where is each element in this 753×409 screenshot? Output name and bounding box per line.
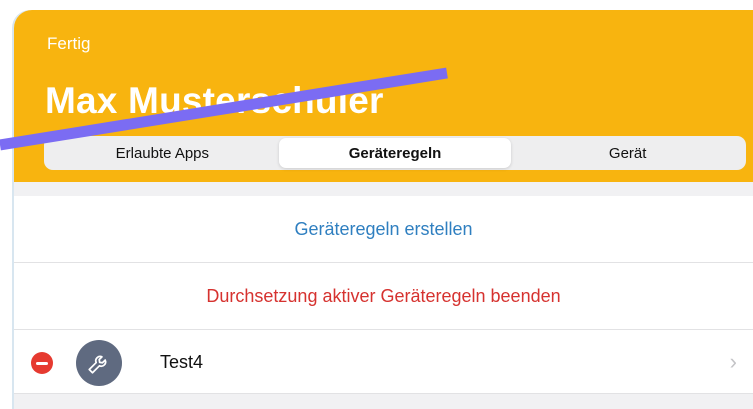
done-button[interactable]: Fertig: [47, 34, 90, 54]
segmented-control: Erlaubte Apps Geräteregeln Gerät: [44, 136, 746, 170]
tab-device[interactable]: Gerät: [511, 138, 744, 168]
list-item[interactable]: Test4 ›: [14, 330, 753, 394]
header: Fertig Max Musterschuler Erlaubte Apps G…: [14, 10, 753, 182]
chevron-right-icon: ›: [729, 349, 737, 374]
stop-device-rules-button[interactable]: Durchsetzung aktiver Geräteregeln beende…: [14, 263, 753, 330]
page-title: Max Musterschuler: [45, 80, 384, 121]
tab-device-rules[interactable]: Geräteregeln: [278, 138, 512, 168]
device-rules-sheet: Fertig Max Musterschuler Erlaubte Apps G…: [14, 10, 753, 409]
tab-allowed-apps[interactable]: Erlaubte Apps: [46, 138, 279, 168]
rules-list: Geräteregeln erstellen Durchsetzung akti…: [14, 196, 753, 394]
delete-icon[interactable]: [31, 352, 53, 374]
create-device-rules-button[interactable]: Geräteregeln erstellen: [14, 196, 753, 263]
wrench-icon: [76, 340, 122, 386]
item-label: Test4: [160, 352, 204, 372]
